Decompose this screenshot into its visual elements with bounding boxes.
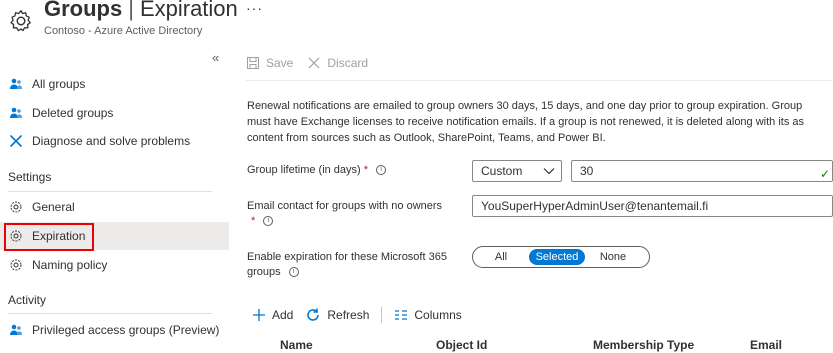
column-header-email[interactable]: Email xyxy=(750,338,782,352)
option-none[interactable]: None xyxy=(585,249,641,265)
sidebar-item-all-groups[interactable]: All groups xyxy=(0,70,230,98)
info-icon[interactable]: i xyxy=(263,216,274,227)
sidebar-item-naming-policy[interactable]: Naming policy xyxy=(0,251,230,279)
page-subtitle: Contoso - Azure Active Directory xyxy=(44,25,203,37)
columns-icon xyxy=(395,310,408,320)
sidebar-item-privileged-access[interactable]: Privileged access groups (Preview) xyxy=(0,316,230,344)
sidebar-item-label: Privileged access groups (Preview) xyxy=(32,323,220,337)
save-icon xyxy=(247,57,259,69)
plus-icon xyxy=(253,309,265,321)
email-contact-label: Email contact for groups with no owners … xyxy=(247,200,443,227)
page-title: Groups | Expiration xyxy=(44,0,238,21)
sidebar-item-label: Deleted groups xyxy=(32,106,114,120)
info-icon[interactable]: i xyxy=(288,267,299,278)
sidebar-item-label: General xyxy=(32,200,75,214)
wrench-icon xyxy=(10,135,22,147)
chevron-down-icon xyxy=(543,168,555,175)
highlight-box xyxy=(4,223,94,251)
people-icon xyxy=(10,107,22,118)
gear-icon xyxy=(10,201,22,213)
close-icon xyxy=(308,57,320,69)
sidebar-item-label: Diagnose and solve problems xyxy=(32,134,191,148)
lifetime-days-input[interactable]: 30 ✓ xyxy=(571,160,833,182)
toolbar: Save Discard xyxy=(246,50,382,76)
required-marker: * xyxy=(363,164,369,176)
people-icon xyxy=(10,324,22,335)
page-header: Groups | Expiration Contoso - Azure Active… xyxy=(0,0,833,44)
toolbar-divider xyxy=(246,80,833,81)
description-text: Renewal notifications are emailed to gro… xyxy=(247,100,805,144)
email-contact-field[interactable]: YouSuperHyperAdminUser@tenantemail.fi xyxy=(472,195,833,217)
divider xyxy=(8,191,212,192)
add-button[interactable]: Add xyxy=(252,308,293,322)
command-bar: Add Refresh Columns xyxy=(252,305,474,325)
group-lifetime-label: Group lifetime (in days) * i xyxy=(247,163,387,178)
required-marker: * xyxy=(251,215,256,227)
gear-icon xyxy=(10,10,31,32)
section-label-settings: Settings xyxy=(8,170,52,184)
divider xyxy=(8,313,212,314)
info-icon[interactable]: i xyxy=(376,165,387,176)
sidebar-item-deleted-groups[interactable]: Deleted groups xyxy=(0,99,230,127)
discard-button[interactable]: Discard xyxy=(307,56,368,70)
sidebar-item-diagnose[interactable]: Diagnose and solve problems xyxy=(0,127,230,155)
section-label-activity: Activity xyxy=(8,293,47,307)
lifetime-select[interactable]: Custom xyxy=(472,160,562,182)
save-button[interactable]: Save xyxy=(246,56,293,70)
collapse-sidebar-button[interactable]: « xyxy=(212,50,219,65)
people-icon xyxy=(10,78,22,89)
sidebar: « All groups Deleted groups Diagnose and… xyxy=(0,48,230,353)
column-header-name[interactable]: Name xyxy=(280,338,313,352)
sidebar-item-general[interactable]: General xyxy=(0,193,230,221)
column-header-membership-type[interactable]: Membership Type xyxy=(593,338,694,352)
checkmark-icon: ✓ xyxy=(819,167,830,181)
column-header-object-id[interactable]: Object Id xyxy=(436,338,487,352)
more-options-button[interactable]: ··· xyxy=(246,0,263,16)
columns-button[interactable]: Columns xyxy=(394,308,462,322)
option-all[interactable]: All xyxy=(473,249,529,265)
sidebar-item-label: Naming policy xyxy=(32,258,108,272)
separator xyxy=(381,307,383,323)
sidebar-item-label: All groups xyxy=(32,77,86,91)
gear-icon xyxy=(10,259,22,271)
expiration-scope-toggle: All Selected None xyxy=(472,246,650,268)
option-selected[interactable]: Selected xyxy=(529,249,585,265)
enable-expiration-label: Enable expiration for these Microsoft 36… xyxy=(247,251,447,278)
refresh-icon xyxy=(307,308,320,321)
refresh-button[interactable]: Refresh xyxy=(305,307,369,323)
